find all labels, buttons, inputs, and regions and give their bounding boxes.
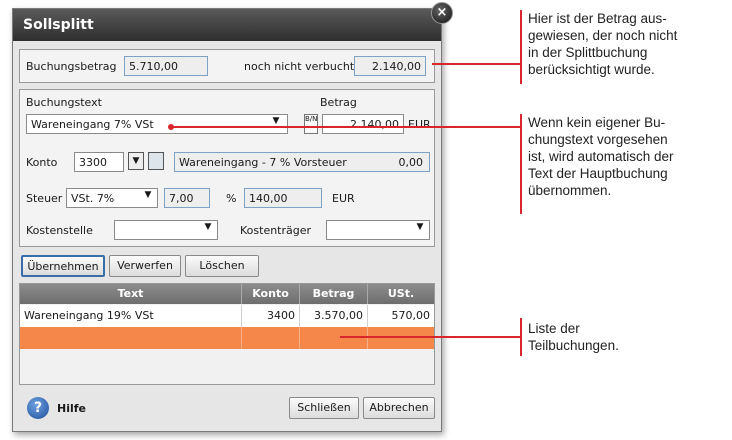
help-icon[interactable]: ? (27, 397, 49, 419)
lookup-icon[interactable]: ▼ (128, 152, 144, 170)
delete-button[interactable]: Löschen (185, 255, 259, 277)
booking-amount-label: Buchungsbetrag (26, 60, 117, 73)
callout-2-line-4: Text der Hauptbuchung (528, 166, 668, 181)
col-header-account[interactable]: Konto (242, 284, 300, 304)
help-label[interactable]: Hilfe (57, 402, 86, 415)
callout-3-line-1: Liste der (528, 321, 580, 336)
account-book-icon[interactable] (148, 152, 164, 170)
col-header-tax[interactable]: USt. (368, 284, 434, 304)
callout-bar-1 (520, 10, 522, 84)
not-booked-label: noch nicht verbucht (244, 60, 355, 73)
cell-amount: 3.570,00 (300, 305, 368, 327)
account-balance: 0,00 (398, 156, 424, 169)
not-booked-value: 2.140,00 (354, 56, 426, 76)
callout-1-line-4: berücksichtigt wurde. (528, 62, 655, 77)
callout-bar-2 (520, 114, 522, 214)
callout-1-line-1: Hier ist der Betrag aus- (528, 11, 667, 26)
col-header-amount[interactable]: Betrag (300, 284, 368, 304)
cell-account: 3400 (242, 305, 300, 327)
cell-tax: 570,00 (391, 309, 431, 322)
chevron-down-icon[interactable]: ▼ (141, 190, 155, 207)
cell-text: Wareneingang 19% VSt (20, 305, 242, 327)
booking-text-label: Buchungstext (26, 96, 102, 109)
amount-input[interactable]: 2.140,00 (322, 114, 404, 134)
cell-account (242, 327, 300, 349)
callout-2-line-3: ist, wird automatisch der (528, 149, 674, 164)
summary-panel: Buchungsbetrag 5.710,00 noch nicht verbu… (19, 49, 435, 83)
callout-2-line-1: Wenn kein eigener Bu- (528, 115, 666, 130)
col-header-text[interactable]: Text (20, 284, 242, 304)
account-name-field: Wareneingang - 7 % Vorsteuer 0,00 (174, 152, 430, 172)
cancel-button[interactable]: Abbrechen (363, 397, 435, 419)
close-button[interactable]: Schließen (289, 397, 359, 419)
cell-tax (368, 327, 434, 349)
cell-text (20, 327, 242, 349)
chevron-down-icon[interactable]: ▼ (413, 222, 427, 239)
account-input[interactable]: 3300 (74, 152, 124, 172)
tax-amount-field: 140,00 (244, 188, 322, 208)
callout-line-2 (172, 126, 522, 128)
booking-text-select[interactable]: Wareneingang 7% VSt ▼ (26, 114, 288, 134)
amount-currency: EUR (408, 118, 431, 131)
callout-3-line-2: Teilbuchungen. (528, 338, 619, 353)
callout-2-line-5: übernommen. (528, 183, 612, 198)
cost-unit-label: Kostenträger (240, 224, 312, 237)
tax-label: Steuer (26, 192, 63, 205)
tax-select[interactable]: VSt. 7% ▼ (66, 188, 158, 208)
split-dialog: Sollsplitt Buchungsbetrag 5.710,00 noch … (12, 8, 442, 432)
cell-amount (300, 327, 368, 349)
chevron-down-icon[interactable]: ▼ (201, 222, 215, 239)
callout-line-1 (432, 63, 522, 65)
callout-1-line-2: gewiesen, der noch nicht (528, 28, 678, 43)
booking-text-value: Wareneingang 7% VSt (31, 118, 154, 131)
account-name: Wareneingang - 7 % Vorsteuer (179, 156, 347, 169)
booking-form-panel: Buchungstext Wareneingang 7% VSt ▼ Betra… (19, 89, 435, 247)
callout-line-3 (340, 336, 522, 338)
bn-toggle-label: B/N (305, 115, 318, 123)
bn-toggle-icon[interactable]: B/N (304, 114, 318, 134)
amount-label: Betrag (320, 96, 357, 109)
tax-percent-sign: % (226, 192, 237, 205)
dialog-title: Sollsplitt (13, 9, 441, 41)
tax-rate-field: 7,00 (164, 188, 210, 208)
discard-button[interactable]: Verwerfen (109, 255, 181, 277)
cost-center-label: Kostenstelle (26, 224, 93, 237)
chevron-down-icon[interactable]: ▼ (269, 116, 283, 133)
cost-unit-select[interactable]: ▼ (326, 220, 430, 240)
apply-button[interactable]: Übernehmen (21, 255, 105, 277)
table-row-selected[interactable] (20, 327, 434, 349)
tax-value: VSt. 7% (71, 192, 115, 205)
table-row[interactable]: Wareneingang 19% VSt 3400 3.570,00 570,0… (20, 305, 434, 327)
split-table: Text Konto Betrag USt. Wareneingang 19% … (19, 283, 435, 385)
booking-amount-value: 5.710,00 (124, 56, 208, 76)
callout-text-3: Liste der Teilbuchungen. (528, 320, 718, 354)
callout-2-line-2: chungstext vorgesehen (528, 132, 668, 147)
close-icon[interactable]: × (431, 2, 453, 24)
callout-1-line-3: in der Splittbuchung (528, 45, 648, 60)
tax-currency: EUR (332, 192, 355, 205)
callout-text-2: Wenn kein eigener Bu- chungstext vorgese… (528, 114, 728, 199)
callout-text-1: Hier ist der Betrag aus- gewiesen, der n… (528, 10, 728, 78)
cost-center-select[interactable]: ▼ (114, 220, 218, 240)
account-label: Konto (26, 156, 58, 169)
